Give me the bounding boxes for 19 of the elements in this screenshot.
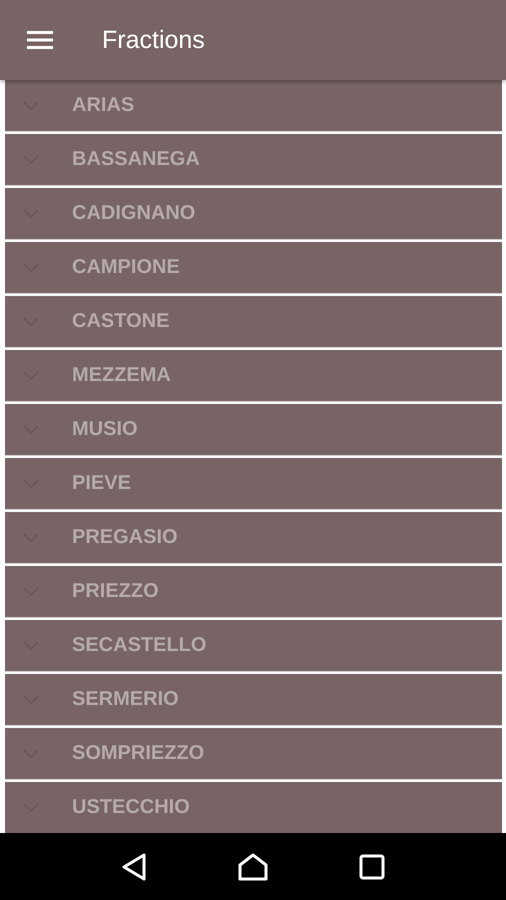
list-item[interactable]: PREGASIO (5, 512, 502, 564)
list-item[interactable]: MEZZEMA (5, 350, 502, 402)
list-item[interactable]: BASSANEGA (5, 134, 502, 186)
home-icon[interactable] (238, 852, 268, 880)
list-item[interactable]: SECASTELLO (5, 620, 502, 672)
list-item[interactable]: CAMPIONE (5, 242, 502, 294)
list-item[interactable]: PIEVE (5, 458, 502, 510)
list-item[interactable]: CADIGNANO (5, 188, 502, 240)
list-item[interactable]: ARIAS (5, 80, 502, 132)
list-item[interactable]: SERMERIO (5, 674, 502, 726)
list-item[interactable]: SOMPRIEZZO (5, 728, 502, 780)
menu-icon[interactable] (27, 30, 53, 50)
list-item[interactable]: CASTONE (5, 296, 502, 348)
list-item[interactable]: MUSIO (5, 404, 502, 456)
list-item[interactable]: PRIEZZO (5, 566, 502, 618)
recents-icon[interactable] (359, 854, 386, 880)
back-icon[interactable] (120, 852, 147, 880)
list-item[interactable]: USTECCHIO (5, 782, 502, 833)
app-title: Fractions (102, 26, 205, 54)
